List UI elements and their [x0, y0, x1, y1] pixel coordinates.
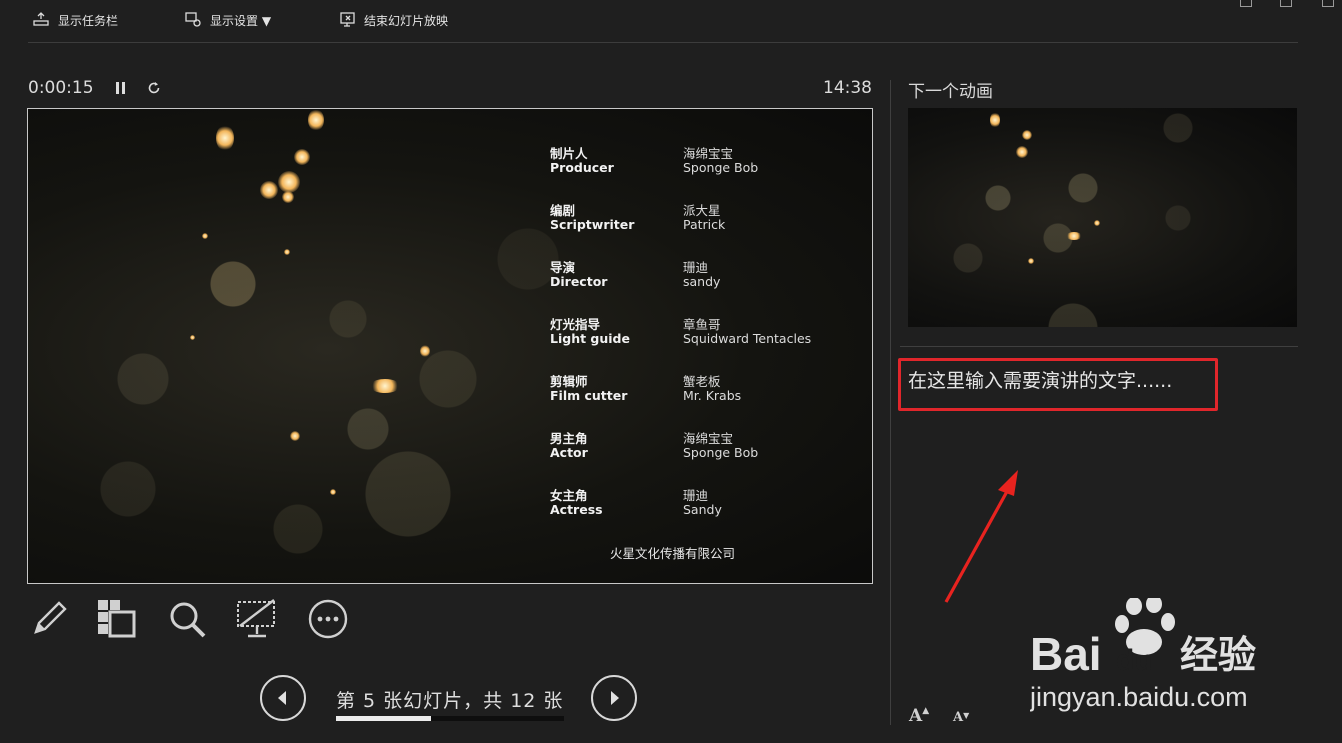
show-taskbar-button[interactable]: 显示任务栏 [32, 10, 118, 31]
black-screen-icon[interactable] [236, 598, 278, 640]
decrease-font-label: A [953, 710, 964, 725]
svg-text:du: du [1116, 644, 1153, 677]
credit-row: 灯光指导 Light guide 章鱼哥 Squidward Tentacles [550, 314, 850, 371]
display-settings-icon [184, 10, 202, 31]
credit-row: 男主角 Actor 海绵宝宝 Sponge Bob [550, 428, 850, 485]
credit-role-en: Producer [550, 160, 614, 175]
baidu-watermark: Bai du 经验 jingyan.baidu.com [1030, 598, 1256, 712]
credits-list: 制片人 Producer 海绵宝宝 Sponge Bob 编剧 Scriptwr… [550, 143, 850, 542]
bokeh-light [1028, 258, 1034, 264]
company-name: 火星文化传播有限公司 [610, 546, 736, 561]
credit-row: 剪辑师 Film cutter 蟹老板 Mr. Krabs [550, 371, 850, 428]
restart-icon[interactable] [146, 80, 162, 100]
elapsed-timer: 0:00:15 [28, 78, 94, 98]
window-minimize-button[interactable] [1240, 0, 1252, 7]
bokeh-light [260, 181, 278, 199]
current-slide[interactable]: 制片人 Producer 海绵宝宝 Sponge Bob 编剧 Scriptwr… [27, 108, 873, 584]
credit-role-en: Scriptwriter [550, 217, 635, 232]
pen-icon[interactable] [28, 598, 70, 640]
bokeh-light [370, 379, 400, 393]
taskbar-icon [32, 10, 50, 31]
credit-name-en: sandy [683, 274, 721, 289]
zoom-icon[interactable] [166, 598, 208, 640]
pane-divider[interactable] [890, 80, 891, 725]
watermark-url: jingyan.baidu.com [1030, 682, 1248, 712]
end-slideshow-button[interactable]: 结束幻灯片放映 [338, 10, 448, 31]
slide-counter[interactable]: 第 5 张幻灯片，共 12 张 [336, 686, 563, 713]
credit-role-en: Light guide [550, 331, 630, 346]
increase-font-button[interactable]: A▲ [909, 706, 929, 726]
credit-row: 导演 Director 珊迪 sandy [550, 257, 850, 314]
credit-name-en: Squidward Tentacles [683, 331, 812, 346]
window-close-button[interactable] [1322, 0, 1334, 7]
svg-text:Bai: Bai [1030, 628, 1102, 680]
pause-icon[interactable] [114, 80, 128, 100]
annotation-highlight-box [898, 358, 1218, 411]
bokeh-light [1066, 232, 1082, 240]
show-taskbar-label: 显示任务栏 [58, 14, 119, 28]
bokeh-light [990, 112, 1000, 128]
display-settings-label: 显示设置 ▼ [210, 14, 272, 28]
increase-font-label: A [909, 706, 923, 726]
credit-row: 制片人 Producer 海绵宝宝 Sponge Bob [550, 143, 850, 200]
svg-text:经验: 经验 [1180, 633, 1256, 677]
next-slide-button[interactable] [591, 675, 637, 721]
slides-grid-icon[interactable] [96, 598, 138, 640]
notes-divider [900, 346, 1298, 347]
credit-name-en: Sandy [683, 502, 722, 517]
slide-progress-bar [336, 716, 564, 721]
end-slideshow-label: 结束幻灯片放映 [364, 14, 449, 28]
bokeh-light [330, 489, 336, 495]
toolbar-divider [28, 42, 1298, 43]
decrease-font-button[interactable]: A▼ [953, 710, 969, 725]
bokeh-light [290, 431, 300, 441]
current-time: 14:38 [823, 78, 872, 98]
bokeh-light [216, 125, 234, 151]
annotation-arrow [944, 470, 1018, 603]
bokeh-light [202, 233, 208, 239]
credit-row: 编剧 Scriptwriter 派大星 Patrick [550, 200, 850, 257]
credit-name-en: Sponge Bob [683, 445, 759, 460]
credit-row: 女主角 Actress 珊迪 Sandy [550, 485, 850, 542]
credit-role-en: Director [550, 274, 608, 289]
display-settings-button[interactable]: 显示设置 ▼ [184, 10, 271, 31]
next-animation-title: 下一个动画 [908, 82, 993, 102]
bokeh-light [284, 249, 290, 255]
credit-role-en: Actress [550, 502, 603, 517]
credit-name-en: Sponge Bob [683, 160, 759, 175]
more-icon[interactable] [307, 598, 349, 640]
bokeh-light [1094, 220, 1100, 226]
previous-slide-button[interactable] [260, 675, 306, 721]
slide-progress-fill [336, 716, 431, 721]
next-slide-preview [908, 108, 1297, 327]
credit-name-en: Mr. Krabs [683, 388, 742, 403]
bokeh-light [1022, 130, 1032, 140]
bokeh-light [282, 191, 294, 203]
credit-role-en: Film cutter [550, 388, 628, 403]
credit-name-en: Patrick [683, 217, 726, 232]
window-maximize-button[interactable] [1280, 0, 1292, 7]
bokeh-light [308, 109, 324, 131]
bokeh-light [1016, 146, 1028, 158]
bokeh-light [190, 335, 195, 340]
bokeh-light [294, 149, 310, 165]
credit-role-en: Actor [550, 445, 588, 460]
bokeh-light [278, 171, 300, 193]
end-show-icon [338, 10, 356, 31]
bokeh-light [420, 345, 430, 357]
